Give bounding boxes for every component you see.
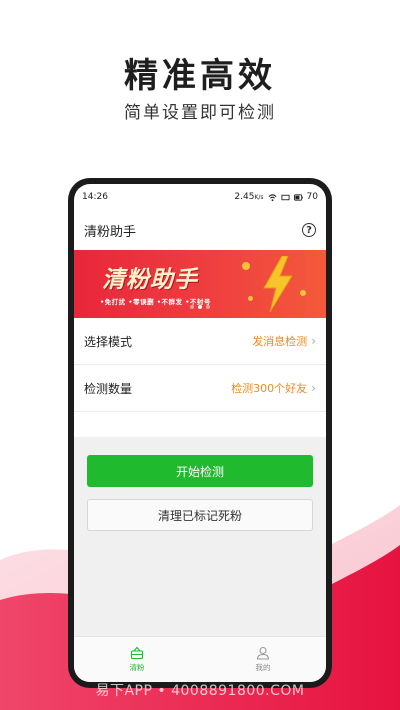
promo-banner[interactable]: 清粉助手 •免打扰 •零误删 •不群发 •不封号 <box>74 250 326 318</box>
tab-clean[interactable]: 清粉 <box>74 637 200 682</box>
status-icons: 2.45K/s 70 <box>234 192 318 202</box>
promo-subheadline: 简单设置即可检测 <box>124 103 276 123</box>
start-detect-button[interactable]: 开始检测 <box>87 455 313 487</box>
user-icon <box>256 646 270 660</box>
count-value: 检测300个好友 › <box>231 381 316 395</box>
action-area: 开始检测 清理已标记死粉 <box>74 437 326 637</box>
watermark: 易下APP • 4008891800.COM <box>95 683 305 699</box>
banner-title: 清粉助手 <box>102 267 198 293</box>
chevron-right-icon: › <box>311 334 316 348</box>
phone-frame: 14:26 2.45K/s 70 清粉助手 ? 清粉助手 •免打扰 •零误删 •… <box>68 178 332 688</box>
coin-icon <box>242 262 250 270</box>
chevron-right-icon: › <box>311 381 316 395</box>
tab-mine[interactable]: 我的 <box>200 637 326 682</box>
phone-screen: 14:26 2.45K/s 70 清粉助手 ? 清粉助手 •免打扰 •零误删 •… <box>74 184 326 682</box>
battery-level: 70 <box>306 192 318 202</box>
count-row[interactable]: 检测数量 检测300个好友 › <box>74 365 326 412</box>
battery-icon <box>293 193 303 201</box>
banner-page-indicator <box>74 294 326 313</box>
mode-value: 发消息检测 › <box>252 334 316 348</box>
clean-dead-fans-button[interactable]: 清理已标记死粉 <box>87 499 313 531</box>
status-bar: 14:26 2.45K/s 70 <box>74 184 326 210</box>
bottom-tabbar: 清粉 我的 <box>74 636 326 682</box>
status-time: 14:26 <box>82 192 108 202</box>
mode-row[interactable]: 选择模式 发消息检测 › <box>74 318 326 365</box>
sim-icon <box>280 194 290 200</box>
tab-mine-label: 我的 <box>255 663 271 672</box>
promo-headline: 精准高效 <box>124 56 276 96</box>
network-speed: 2.45K/s <box>234 192 264 202</box>
count-label: 检测数量 <box>84 381 133 396</box>
help-icon[interactable]: ? <box>302 223 316 237</box>
wifi-icon <box>268 193 277 201</box>
app-titlebar: 清粉助手 ? <box>74 210 326 250</box>
tab-clean-label: 清粉 <box>129 663 145 672</box>
app-title: 清粉助手 <box>84 224 137 240</box>
basket-icon <box>130 646 144 660</box>
mode-label: 选择模式 <box>84 334 133 349</box>
